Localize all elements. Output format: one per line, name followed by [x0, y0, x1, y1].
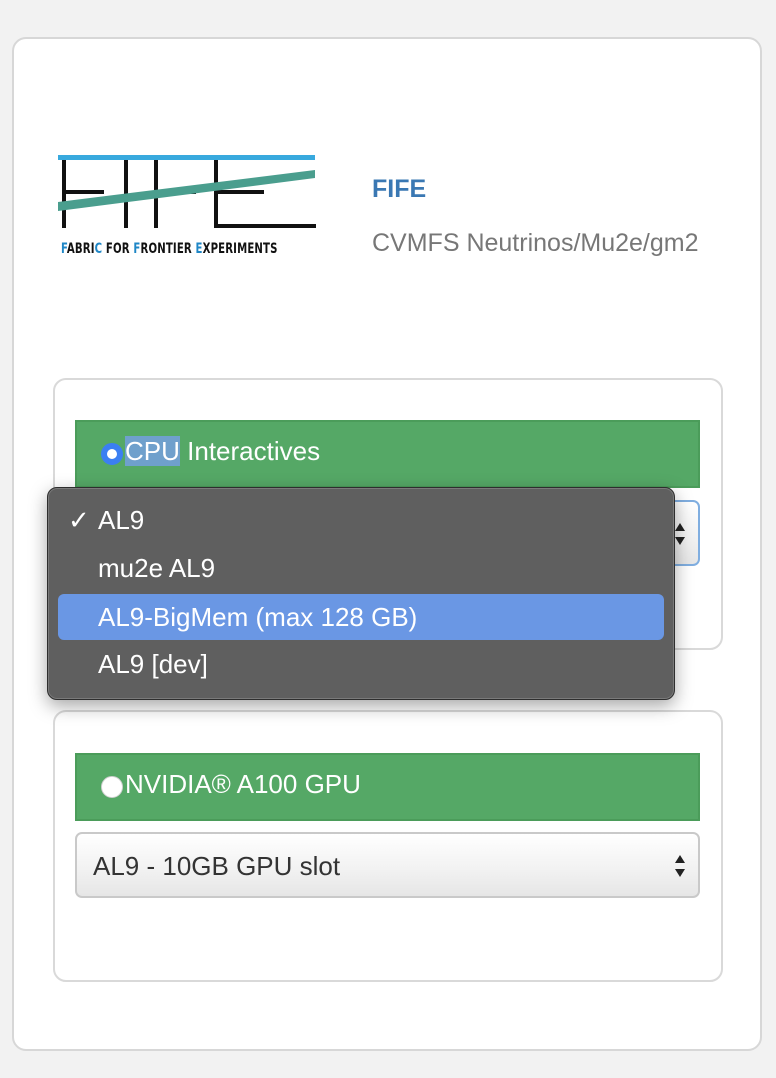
site-title: FIFE [372, 175, 427, 203]
dropdown-option-label: AL9 [dev] [98, 649, 208, 679]
gpu-option-label: NVIDIA® A100 GPU [125, 769, 361, 799]
cpu-radio-button[interactable] [101, 443, 123, 465]
cpu-option-header[interactable]: CPU Interactives [75, 420, 700, 488]
dropdown-option-al9-dev[interactable]: AL9 [dev] [58, 641, 664, 687]
gpu-radio-button[interactable] [101, 776, 123, 798]
checkmark-icon: ✓ [68, 505, 90, 535]
dropdown-option-al9[interactable]: ✓ AL9 [58, 497, 664, 543]
dropdown-option-label: mu2e AL9 [98, 553, 216, 583]
select-arrows-icon [675, 855, 685, 877]
dropdown-option-al9-bigmem[interactable]: AL9-BigMem (max 128 GB) [58, 594, 664, 640]
gpu-select-value: AL9 - 10GB GPU slot [93, 851, 341, 881]
gpu-option-header[interactable]: NVIDIA® A100 GPU [75, 753, 700, 821]
cpu-image-dropdown-menu: ✓ AL9 mu2e AL9 AL9-BigMem (max 128 GB) A… [47, 487, 675, 700]
site-subtitle: CVMFS Neutrinos/Mu2e/gm2 [372, 229, 699, 257]
cpu-option-label: CPU Interactives [125, 436, 321, 466]
logo-caption: FABRIC FOR FRONTIER EXPERIMENTS [61, 241, 278, 257]
gpu-image-select[interactable]: AL9 - 10GB GPU slot [75, 832, 700, 898]
dropdown-option-label: AL9-BigMem (max 128 GB) [98, 602, 418, 632]
dropdown-option-mu2e-al9[interactable]: mu2e AL9 [58, 545, 664, 591]
dropdown-option-label: AL9 [98, 505, 145, 535]
